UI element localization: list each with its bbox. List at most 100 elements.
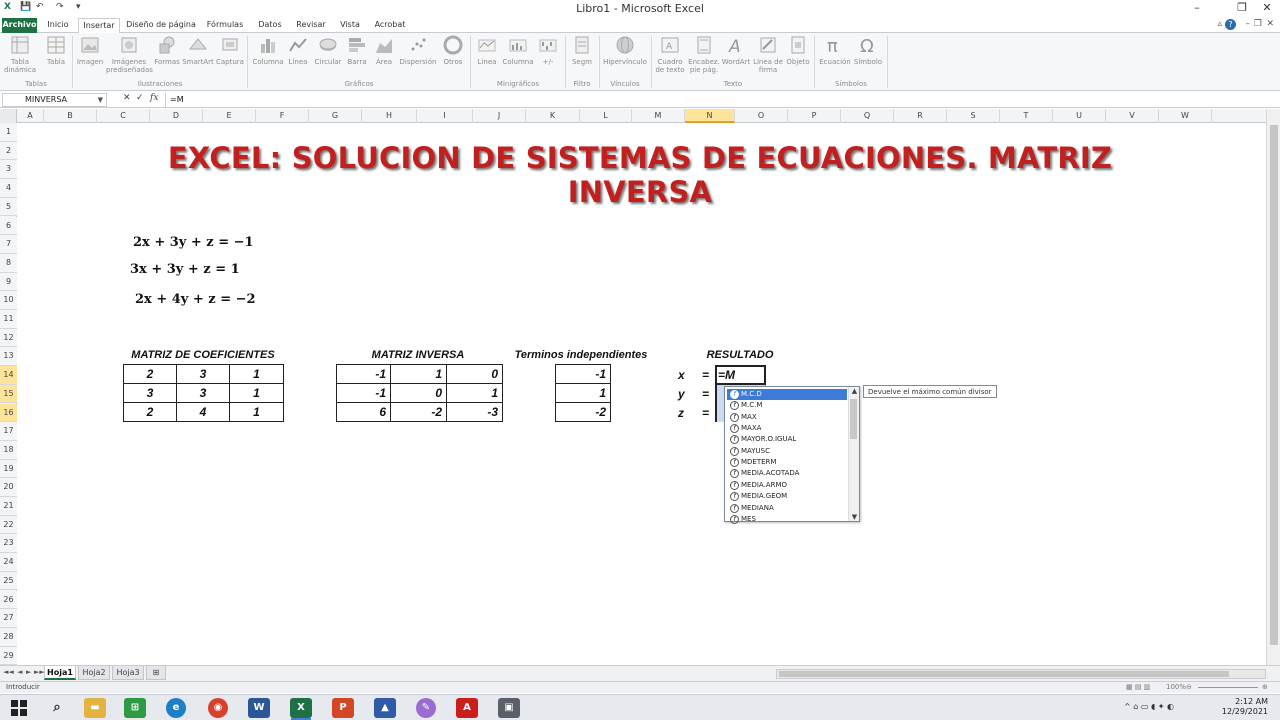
- name-box[interactable]: MINVERSA ▼: [2, 93, 107, 107]
- term-cell[interactable]: 1: [555, 383, 611, 403]
- first-sheet-icon[interactable]: ◄◄: [3, 668, 14, 676]
- column-header-t[interactable]: T: [1000, 109, 1053, 123]
- row-header-23[interactable]: 23: [0, 534, 17, 554]
- row-header-28[interactable]: 28: [0, 627, 17, 647]
- minimize-button[interactable]: –: [1182, 0, 1212, 17]
- recorder-icon[interactable]: ▣: [498, 698, 520, 718]
- row-header-6[interactable]: 6: [0, 216, 17, 236]
- symbol-button[interactable]: Ω Símbolo: [853, 35, 883, 66]
- tab-insertar[interactable]: Insertar: [78, 18, 120, 34]
- scroll-down-icon[interactable]: ▼: [849, 513, 860, 521]
- signature-line-button[interactable]: Línea de firma: [752, 35, 784, 74]
- term-cell[interactable]: -1: [555, 364, 611, 384]
- row-header-12[interactable]: 12: [0, 328, 17, 348]
- column-chart-button[interactable]: Columna: [252, 35, 284, 66]
- coef-cell[interactable]: 1: [229, 402, 284, 422]
- column-header-p[interactable]: P: [788, 109, 841, 123]
- vertical-scroll-thumb[interactable]: [1270, 125, 1278, 645]
- tab-formulas[interactable]: Fórmulas: [204, 18, 246, 33]
- smartart-button[interactable]: SmartArt: [182, 35, 214, 66]
- row-header-18[interactable]: 18: [0, 440, 17, 460]
- row-header-22[interactable]: 22: [0, 515, 17, 535]
- zoom-in-icon[interactable]: ⊕: [1262, 682, 1268, 693]
- row-header-3[interactable]: 3: [0, 160, 17, 180]
- coef-cell[interactable]: 4: [176, 402, 230, 422]
- equation-button[interactable]: π Ecuación: [818, 35, 852, 66]
- column-header-l[interactable]: L: [580, 109, 632, 123]
- screenshot-button[interactable]: Captura: [215, 35, 245, 66]
- autocomplete-item[interactable]: f M.C.M: [727, 400, 847, 411]
- column-header-b[interactable]: B: [44, 109, 97, 123]
- other-charts-button[interactable]: Otros: [440, 35, 466, 66]
- chevron-down-icon[interactable]: ▼: [98, 94, 103, 106]
- pie-chart-button[interactable]: Circular: [313, 35, 343, 66]
- column-header-u[interactable]: U: [1053, 109, 1106, 123]
- column-header-o[interactable]: O: [735, 109, 788, 123]
- autocomplete-item[interactable]: f MEDIA.ARMO: [727, 480, 847, 491]
- store-icon[interactable]: ⊞: [124, 698, 146, 718]
- row-header-10[interactable]: 10: [0, 291, 17, 310]
- coef-cell[interactable]: 2: [123, 364, 177, 384]
- zoom-slider[interactable]: [1198, 687, 1258, 688]
- term-cell[interactable]: -2: [555, 402, 611, 422]
- autocomplete-scroll-thumb[interactable]: [850, 399, 857, 439]
- tab-inicio[interactable]: Inicio: [42, 18, 74, 33]
- edge-icon[interactable]: e: [166, 698, 186, 718]
- area-chart-button[interactable]: Área: [372, 35, 396, 66]
- bar-chart-button[interactable]: Barra: [344, 35, 370, 66]
- paint-icon[interactable]: ✎: [416, 698, 436, 718]
- autocomplete-scrollbar[interactable]: ▲ ▼: [848, 387, 859, 521]
- coef-cell[interactable]: 1: [229, 364, 284, 384]
- inverse-cell[interactable]: 0: [390, 383, 447, 403]
- coef-cell[interactable]: 1: [229, 383, 284, 403]
- workbook-close-icon[interactable]: ✕: [1266, 19, 1274, 29]
- inverse-cell[interactable]: -1: [336, 364, 391, 384]
- column-header-h[interactable]: H: [362, 109, 417, 123]
- coef-cell[interactable]: 3: [176, 364, 230, 384]
- sheet-tab-hoja1[interactable]: Hoja1: [44, 666, 76, 680]
- excel-icon[interactable]: X: [290, 698, 312, 718]
- autocomplete-item[interactable]: f MAYOR.O.IGUAL: [727, 434, 847, 445]
- chrome-icon[interactable]: ◉: [208, 698, 228, 718]
- tab-diseno-pagina[interactable]: Diseño de página: [126, 18, 196, 33]
- textbox-button[interactable]: A Cuadro de texto: [654, 35, 686, 74]
- row-header-13[interactable]: 13: [0, 347, 17, 367]
- row-header-20[interactable]: 20: [0, 478, 17, 497]
- object-button[interactable]: Objeto: [785, 35, 811, 66]
- column-header-r[interactable]: R: [894, 109, 947, 123]
- hyperlink-button[interactable]: Hipervínculo: [602, 35, 648, 66]
- clipart-button[interactable]: Imágenes prediseñadas: [106, 35, 153, 74]
- line-chart-button[interactable]: Línea: [286, 35, 310, 66]
- pivot-table-button[interactable]: Tabla dinámica: [3, 35, 37, 74]
- row-header-7[interactable]: 7: [0, 235, 17, 254]
- row-header-9[interactable]: 9: [0, 272, 17, 292]
- zoom-level[interactable]: 100%: [1166, 682, 1186, 693]
- autocomplete-item[interactable]: f MAX: [727, 412, 847, 423]
- picture-button[interactable]: Imagen: [76, 35, 104, 66]
- coef-cell[interactable]: 3: [123, 383, 177, 403]
- inverse-cell[interactable]: -2: [390, 402, 447, 422]
- row-header-21[interactable]: 21: [0, 497, 17, 516]
- row-header-15[interactable]: 15: [0, 384, 17, 404]
- wordart-button[interactable]: A WordArt: [720, 35, 752, 66]
- acrobat-icon[interactable]: A: [456, 698, 478, 718]
- row-header-16[interactable]: 16: [0, 403, 17, 423]
- inverse-cell[interactable]: 6: [336, 402, 391, 422]
- function-autocomplete-list[interactable]: f M.C.D f M.C.M f MAX f MAXA f MAYOR.O.IGUAL f MAYU…: [724, 386, 860, 525]
- new-sheet-icon[interactable]: ⊞: [146, 666, 166, 680]
- row-header-5[interactable]: 5: [0, 197, 17, 217]
- autocomplete-item[interactable]: f MAXA: [727, 423, 847, 434]
- sheet-tab-hoja3[interactable]: Hoja3: [112, 666, 144, 680]
- autocomplete-item[interactable]: f MES: [727, 514, 847, 525]
- autocomplete-item[interactable]: f MAYUSC: [727, 446, 847, 457]
- insert-function-icon[interactable]: fx: [150, 93, 158, 103]
- coef-cell[interactable]: 3: [176, 383, 230, 403]
- horizontal-scroll-thumb[interactable]: [779, 671, 1229, 677]
- column-header-g[interactable]: G: [309, 109, 362, 123]
- zoom-out-icon[interactable]: ⊖: [1186, 682, 1192, 693]
- slicer-button[interactable]: Segm: [568, 35, 596, 66]
- horizontal-scrollbar[interactable]: [776, 669, 1266, 679]
- scatter-chart-button[interactable]: Dispersión: [398, 35, 438, 66]
- row-header-19[interactable]: 19: [0, 459, 17, 479]
- shapes-button[interactable]: Formas: [154, 35, 180, 66]
